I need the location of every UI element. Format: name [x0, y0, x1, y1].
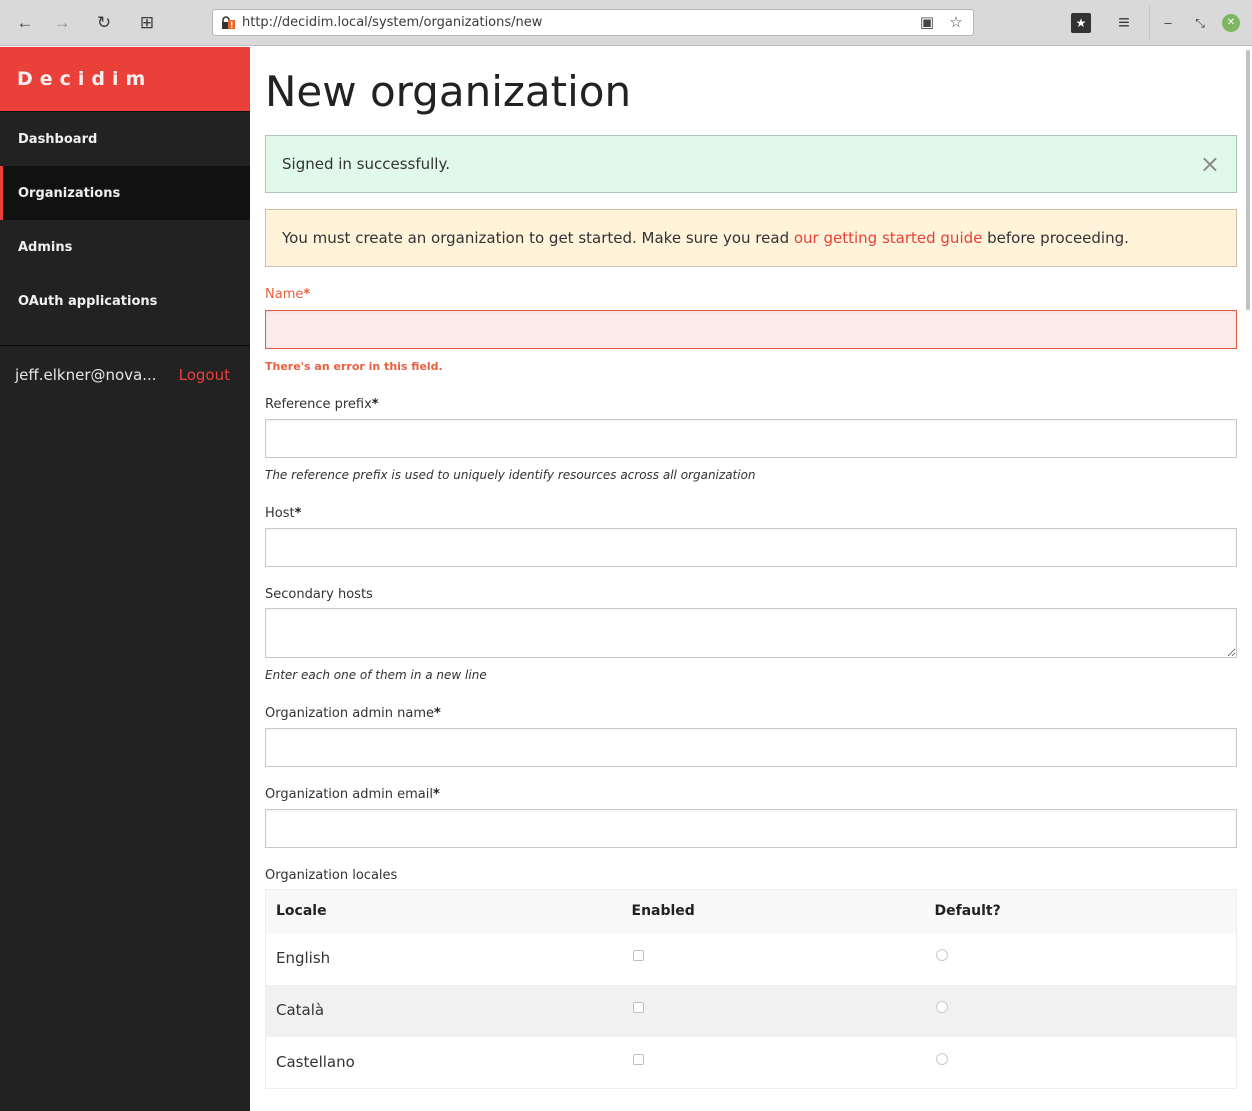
admin-name-label: Organization admin name* — [265, 706, 441, 721]
toolbar-separator — [1149, 6, 1150, 40]
enabled-checkbox-catala[interactable] — [632, 1001, 644, 1013]
required-marker: * — [432, 787, 440, 802]
locales-table: Locale Enabled Default? English Català C… — [265, 889, 1237, 1089]
required-marker: * — [303, 287, 311, 302]
secondary-hosts-help: Enter each one of them in a new line — [265, 668, 487, 682]
default-radio-english[interactable] — [935, 948, 948, 961]
default-cell — [925, 933, 1237, 985]
default-radio-castellano[interactable] — [935, 1052, 948, 1065]
sidebar-item-dashboard[interactable]: Dashboard — [0, 112, 250, 166]
name-label-text: Name — [265, 287, 304, 302]
minimize-icon[interactable]: – — [1158, 13, 1178, 33]
secondary-hosts-textarea[interactable] — [265, 608, 1237, 658]
required-marker: * — [294, 506, 302, 521]
logout-link[interactable]: Logout — [179, 366, 230, 384]
sidebar-item-label: Organizations — [18, 185, 121, 201]
flash-success: Signed in successfully. × — [265, 135, 1237, 193]
enabled-checkbox-english[interactable] — [632, 949, 644, 961]
hamburger-menu-icon[interactable]: ≡ — [1114, 13, 1134, 33]
back-icon[interactable]: ← — [13, 11, 37, 35]
default-cell — [925, 1037, 1237, 1089]
reference-prefix-label: Reference prefix* — [265, 397, 379, 412]
host-label-text: Host — [265, 506, 295, 521]
table-header-row: Locale Enabled Default? — [265, 889, 1237, 933]
table-row: Català — [265, 984, 1237, 1037]
reference-prefix-help: The reference prefix is used to uniquely… — [265, 468, 756, 482]
column-header-default: Default? — [924, 889, 1237, 933]
secondary-hosts-label: Secondary hosts — [265, 587, 373, 602]
default-cell — [924, 984, 1237, 1037]
column-header-locale: Locale — [265, 889, 622, 933]
host-label: Host* — [265, 506, 301, 521]
column-header-enabled: Enabled — [621, 889, 925, 933]
url-text[interactable]: http://decidim.local/system/organization… — [242, 15, 542, 30]
name-input[interactable] — [265, 310, 1237, 349]
sidebar-user-section: jeff.elkner@nova... Logout — [0, 345, 250, 403]
new-tab-icon[interactable]: ⊞ — [135, 11, 159, 35]
reader-view-icon[interactable]: ▣ — [918, 14, 936, 32]
table-row: English — [266, 933, 1237, 985]
enabled-cell — [621, 984, 925, 1037]
getting-started-guide-link[interactable]: our getting started guide — [794, 229, 983, 247]
bookmark-star-icon[interactable]: ☆ — [947, 14, 965, 32]
forward-icon[interactable]: → — [50, 11, 74, 35]
locale-name: Català — [265, 984, 622, 1037]
admin-name-label-text: Organization admin name — [265, 706, 434, 721]
close-icon[interactable]: × — [1200, 150, 1220, 178]
admin-name-input[interactable] — [265, 728, 1237, 767]
host-input[interactable] — [265, 528, 1237, 567]
sidebar-item-oauth-applications[interactable]: OAuth applications — [0, 274, 250, 328]
flash-warning-text: You must create an organization to get s… — [282, 229, 1129, 247]
locales-label: Organization locales — [265, 868, 398, 883]
restore-icon[interactable]: ⤡ — [1190, 13, 1210, 33]
warning-text-after: before proceeding. — [982, 229, 1129, 247]
current-user-email: jeff.elkner@nova... — [15, 365, 157, 384]
insecure-lock-icon — [222, 16, 235, 29]
page-title: New organization — [265, 67, 632, 116]
sidebar-item-organizations[interactable]: Organizations — [0, 166, 250, 220]
required-marker: * — [433, 706, 441, 721]
reference-prefix-input[interactable] — [265, 419, 1237, 458]
enabled-checkbox-castellano[interactable] — [632, 1053, 644, 1065]
enabled-cell — [622, 933, 925, 985]
default-radio-catala[interactable] — [935, 1000, 948, 1013]
sidebar: Decidim Dashboard Organizations Admins O… — [0, 47, 250, 1111]
name-error: There's an error in this field. — [265, 360, 443, 373]
address-bar[interactable]: http://decidim.local/system/organization… — [212, 9, 974, 36]
page-scrollbar[interactable] — [1246, 50, 1250, 310]
sidebar-item-label: Dashboard — [18, 131, 98, 147]
locale-name: English — [276, 948, 331, 967]
reference-prefix-label-text: Reference prefix — [265, 397, 372, 412]
sidebar-item-label: OAuth applications — [18, 293, 158, 309]
table-row: Castellano — [266, 1037, 1237, 1089]
flash-warning: You must create an organization to get s… — [265, 209, 1237, 267]
required-marker: * — [371, 397, 379, 412]
admin-email-input[interactable] — [265, 809, 1237, 848]
bookmarks-library-icon[interactable]: ★ — [1071, 13, 1091, 33]
admin-email-label: Organization admin email* — [265, 787, 440, 802]
admin-email-label-text: Organization admin email — [265, 787, 433, 802]
brand-logo[interactable]: Decidim — [0, 47, 250, 112]
window-close-icon[interactable]: ✕ — [1222, 14, 1240, 32]
warning-text-before: You must create an organization to get s… — [282, 229, 794, 247]
sidebar-item-admins[interactable]: Admins — [0, 220, 250, 274]
enabled-cell — [622, 1037, 925, 1089]
name-label: Name* — [265, 287, 310, 302]
sidebar-item-label: Admins — [18, 239, 73, 255]
browser-toolbar: ← → ↻ ⊞ http://decidim.local/system/orga… — [0, 0, 1252, 46]
flash-success-text: Signed in successfully. — [282, 155, 450, 173]
locale-name: Castellano — [276, 1052, 355, 1071]
brand-name: Decidim — [17, 68, 153, 90]
reload-icon[interactable]: ↻ — [92, 11, 116, 35]
